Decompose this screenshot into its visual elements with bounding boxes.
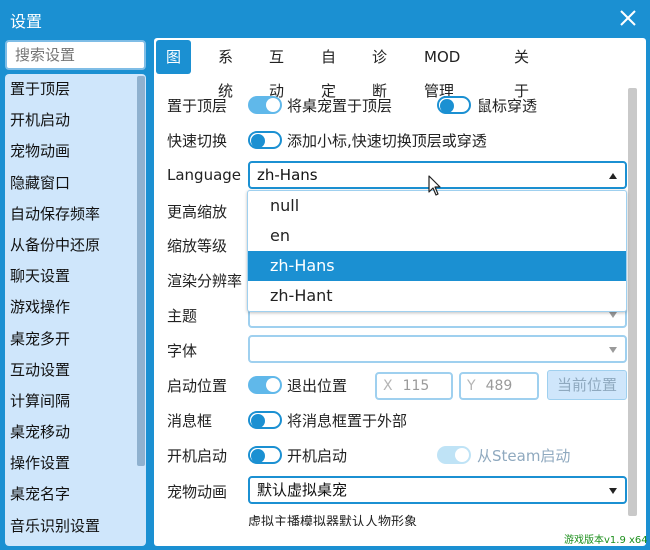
topmost-label: 置于顶层 [167,97,228,115]
x-coordinate-input[interactable]: X 115 [375,372,453,400]
sidebar-item-autosave[interactable]: 自动保存频率 [5,199,146,230]
chevron-down-icon [609,347,617,353]
message-box-toggle[interactable] [248,411,282,429]
pet-animation-select[interactable]: 默认虚拟桌宠 [248,476,627,504]
sidebar-item-pet-name[interactable]: 桌宠名字 [5,479,146,510]
sidebar-item-music[interactable]: 音乐识别设置 [5,511,146,542]
chevron-down-icon [609,488,617,494]
sidebar-scrollbar[interactable] [137,76,145,466]
tab-graphics[interactable]: 图形 [156,40,192,100]
tab-diagnostics[interactable]: 诊断 [372,40,387,100]
sidebar-item-hide-window[interactable]: 隐藏窗口 [5,168,146,199]
steam-start-toggle[interactable] [437,446,471,464]
sidebar-item-topmost[interactable]: 置于顶层 [5,74,146,105]
tab-mod-manager[interactable]: MOD管理 [424,40,460,100]
autostart-toggle[interactable] [248,446,282,464]
sidebar-item-pet-animation[interactable]: 宠物动画 [5,136,146,167]
quick-switch-text: 添加小标,快速切换顶层或穿透 [287,132,487,150]
language-option-zh-hans[interactable]: zh-Hans [248,251,626,281]
quick-switch-label: 快速切换 [167,132,228,150]
title-bar: 设置 [0,0,650,36]
zoom-level-label: 缩放等级 [167,237,228,255]
window-title: 设置 [10,12,43,31]
sidebar-item-chat[interactable]: 聊天设置 [5,261,146,292]
language-dropdown: null en zh-Hans zh-Hant [247,190,627,312]
mouse-through-toggle[interactable] [437,96,471,114]
close-icon[interactable] [616,6,640,30]
language-option-zh-hant[interactable]: zh-Hant [248,281,626,311]
sidebar-nav-list: 置于顶层 开机启动 宠物动画 隐藏窗口 自动保存频率 从备份中还原 聊天设置 游… [5,74,146,546]
quick-switch-toggle[interactable] [248,131,282,149]
topmost-toggle-text: 将桌宠置于顶层 [287,97,393,115]
settings-scrollbar[interactable] [628,88,637,516]
font-label: 字体 [167,342,198,360]
chevron-down-icon [609,312,617,318]
render-resolution-label: 渲染分辨率 [167,272,243,290]
start-position-label: 启动位置 [167,377,228,395]
message-box-label: 消息框 [167,412,213,430]
sidebar-item-interval[interactable]: 计算间隔 [5,386,146,417]
autostart-label: 开机启动 [167,447,228,465]
sidebar-item-restore-backup[interactable]: 从备份中还原 [5,230,146,261]
height-scale-label: 更高缩放 [167,203,228,221]
message-box-text: 将消息框置于外部 [287,412,408,430]
topmost-toggle[interactable] [248,96,282,114]
sidebar-item-movement[interactable]: 桌宠移动 [5,417,146,448]
pet-animation-value: 默认虚拟桌宠 [257,481,348,499]
language-label: Language [167,166,242,184]
mouse-cursor-icon [428,175,441,196]
sidebar-item-interaction[interactable]: 互动设置 [5,355,146,386]
exit-position-text: 退出位置 [287,377,348,395]
tab-system[interactable]: 系统 [218,40,233,100]
font-select[interactable] [248,335,627,363]
sidebar-item-multi-pet[interactable]: 桌宠多开 [5,324,146,355]
chevron-up-icon [609,173,617,179]
sidebar-item-game-controls[interactable]: 游戏操作 [5,292,146,323]
theme-label: 主题 [167,307,198,325]
current-position-button[interactable]: 当前位置 [547,370,627,400]
sidebar-item-autostart[interactable]: 开机启动 [5,105,146,136]
tab-about[interactable]: 关于 [514,40,529,100]
sidebar-item-operation[interactable]: 操作设置 [5,448,146,479]
pet-animation-description: 虚拟主播模拟器默认人物形象 [248,515,418,526]
language-option-en[interactable]: en [248,221,626,251]
language-value: zh-Hans [257,166,318,184]
y-coordinate-input[interactable]: Y 489 [459,372,539,400]
autostart-text: 开机启动 [287,447,348,465]
tab-interaction[interactable]: 互动 [269,40,284,100]
version-label: 游戏版本v1.9 x64 [564,535,648,546]
search-input[interactable] [5,40,146,70]
exit-position-toggle[interactable] [248,376,282,394]
sidebar: 置于顶层 开机启动 宠物动画 隐藏窗口 自动保存频率 从备份中还原 聊天设置 游… [3,38,148,548]
tab-custom[interactable]: 自定 [321,40,336,100]
mouse-through-text: 鼠标穿透 [477,97,538,115]
pet-animation-label: 宠物动画 [167,483,228,501]
steam-start-text: 从Steam启动 [477,447,571,465]
